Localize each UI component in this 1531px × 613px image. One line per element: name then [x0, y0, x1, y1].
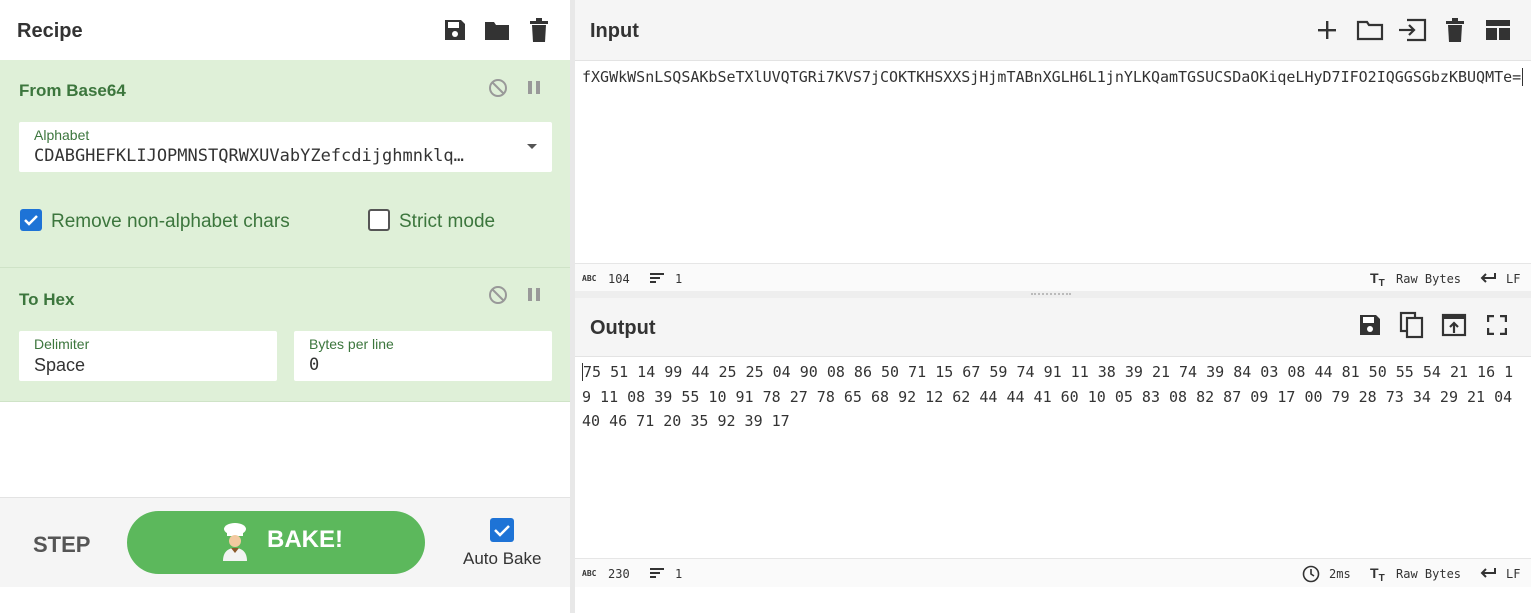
- output-status-bar: ABC 230 1 2ms TT Raw Bytes LF: [575, 558, 1531, 587]
- pause-icon[interactable]: [526, 286, 542, 304]
- alphabet-value: CDABGHEFKLIJOPMNSTQRWXUVabYZefcdijghmnkl…: [34, 146, 464, 166]
- delimiter-value: Space: [34, 355, 86, 375]
- operation-to-hex: To Hex Delimiter Space Bytes per line 0: [0, 268, 570, 402]
- trash-icon[interactable]: [529, 18, 549, 42]
- input-char-count: 104: [608, 272, 630, 286]
- eol-icon: [1480, 273, 1496, 283]
- check-icon: [24, 215, 38, 226]
- step-button[interactable]: STEP: [33, 532, 90, 558]
- controls-bar: STEP BAKE! Auto Bake: [0, 497, 570, 587]
- alphabet-select[interactable]: Alphabet CDABGHEFKLIJOPMNSTQRWXUVabYZefc…: [19, 122, 552, 172]
- save-icon[interactable]: [1358, 313, 1382, 337]
- abc-icon: ABC: [582, 569, 597, 578]
- operation-from-base64: From Base64 Alphabet CDABGHEFKLIJOPMNSTQ…: [0, 60, 570, 268]
- lines-icon: [650, 273, 664, 283]
- input-textarea[interactable]: fXGWkWSnLSQSAKbSeTXlUVQTGRi7KVS7jCOKTKHS…: [582, 65, 1524, 90]
- output-textarea[interactable]: 75 51 14 99 44 25 25 04 90 08 86 50 71 1…: [582, 360, 1522, 434]
- input-text: fXGWkWSnLSQSAKbSeTXlUVQTGRi7KVS7jCOKTKHS…: [582, 68, 1522, 86]
- output-line-count: 1: [675, 567, 683, 581]
- save-icon[interactable]: [443, 18, 467, 42]
- output-header: Output: [575, 298, 1531, 357]
- resize-grip: [1031, 293, 1071, 297]
- chef-icon: [223, 523, 247, 561]
- text-cursor: [1522, 68, 1524, 86]
- delimiter-label: Delimiter: [34, 336, 90, 352]
- panel-resizer[interactable]: [575, 291, 1531, 298]
- eol-icon: [1480, 568, 1496, 578]
- disable-icon[interactable]: [488, 78, 508, 98]
- trash-icon[interactable]: [1445, 18, 1465, 42]
- input-line-count: 1: [675, 272, 683, 286]
- strict-mode-checkbox[interactable]: [368, 209, 390, 231]
- layout-icon[interactable]: [1485, 19, 1511, 41]
- bake-button[interactable]: BAKE!: [127, 511, 425, 574]
- replace-input-icon[interactable]: [1441, 313, 1467, 337]
- input-status-bar: ABC 104 1 TT Raw Bytes LF: [575, 263, 1531, 292]
- abc-icon: ABC: [582, 274, 597, 283]
- text-format-icon[interactable]: TT: [1370, 565, 1385, 584]
- delimiter-select[interactable]: Delimiter Space: [19, 331, 277, 381]
- bytes-per-line-label: Bytes per line: [309, 336, 394, 352]
- bake-label: BAKE!: [267, 526, 343, 553]
- remove-non-alphabet-label[interactable]: Remove non-alphabet chars: [51, 211, 290, 233]
- operation-title: To Hex: [19, 290, 75, 309]
- copy-icon[interactable]: [1399, 311, 1425, 339]
- recipe-panel: Recipe From Base64 Alphabet CDABGHEFKLIJ…: [0, 0, 570, 613]
- output-title: Output: [590, 317, 656, 339]
- import-icon[interactable]: [1397, 18, 1427, 42]
- input-encoding[interactable]: Raw Bytes: [1396, 272, 1461, 286]
- operation-title: From Base64: [19, 81, 126, 100]
- output-encoding[interactable]: Raw Bytes: [1396, 567, 1461, 581]
- output-text: 75 51 14 99 44 25 25 04 90 08 86 50 71 1…: [582, 363, 1514, 430]
- folder-icon[interactable]: [484, 19, 510, 41]
- recipe-title: Recipe: [17, 20, 83, 42]
- maximize-icon[interactable]: [1487, 315, 1507, 335]
- check-icon: [494, 525, 510, 537]
- lines-icon: [650, 568, 664, 578]
- disable-icon[interactable]: [488, 285, 508, 305]
- output-bake-time: 2ms: [1329, 567, 1351, 581]
- chevron-down-icon: [527, 144, 537, 149]
- remove-non-alphabet-checkbox[interactable]: [20, 209, 42, 231]
- input-header: Input: [575, 0, 1531, 61]
- text-format-icon[interactable]: TT: [1370, 270, 1385, 289]
- clock-icon: [1302, 565, 1320, 583]
- pause-icon[interactable]: [526, 79, 542, 97]
- auto-bake-label[interactable]: Auto Bake: [463, 549, 541, 569]
- auto-bake-checkbox[interactable]: [490, 518, 514, 542]
- output-char-count: 230: [608, 567, 630, 581]
- plus-icon[interactable]: [1317, 20, 1337, 40]
- alphabet-label: Alphabet: [34, 127, 90, 143]
- output-eol[interactable]: LF: [1506, 567, 1520, 581]
- bytes-per-line-input[interactable]: Bytes per line 0: [294, 331, 552, 381]
- bytes-per-line-value: 0: [309, 355, 320, 375]
- input-eol[interactable]: LF: [1506, 272, 1520, 286]
- input-title: Input: [590, 20, 639, 42]
- folder-icon[interactable]: [1356, 19, 1384, 41]
- strict-mode-label[interactable]: Strict mode: [399, 211, 495, 233]
